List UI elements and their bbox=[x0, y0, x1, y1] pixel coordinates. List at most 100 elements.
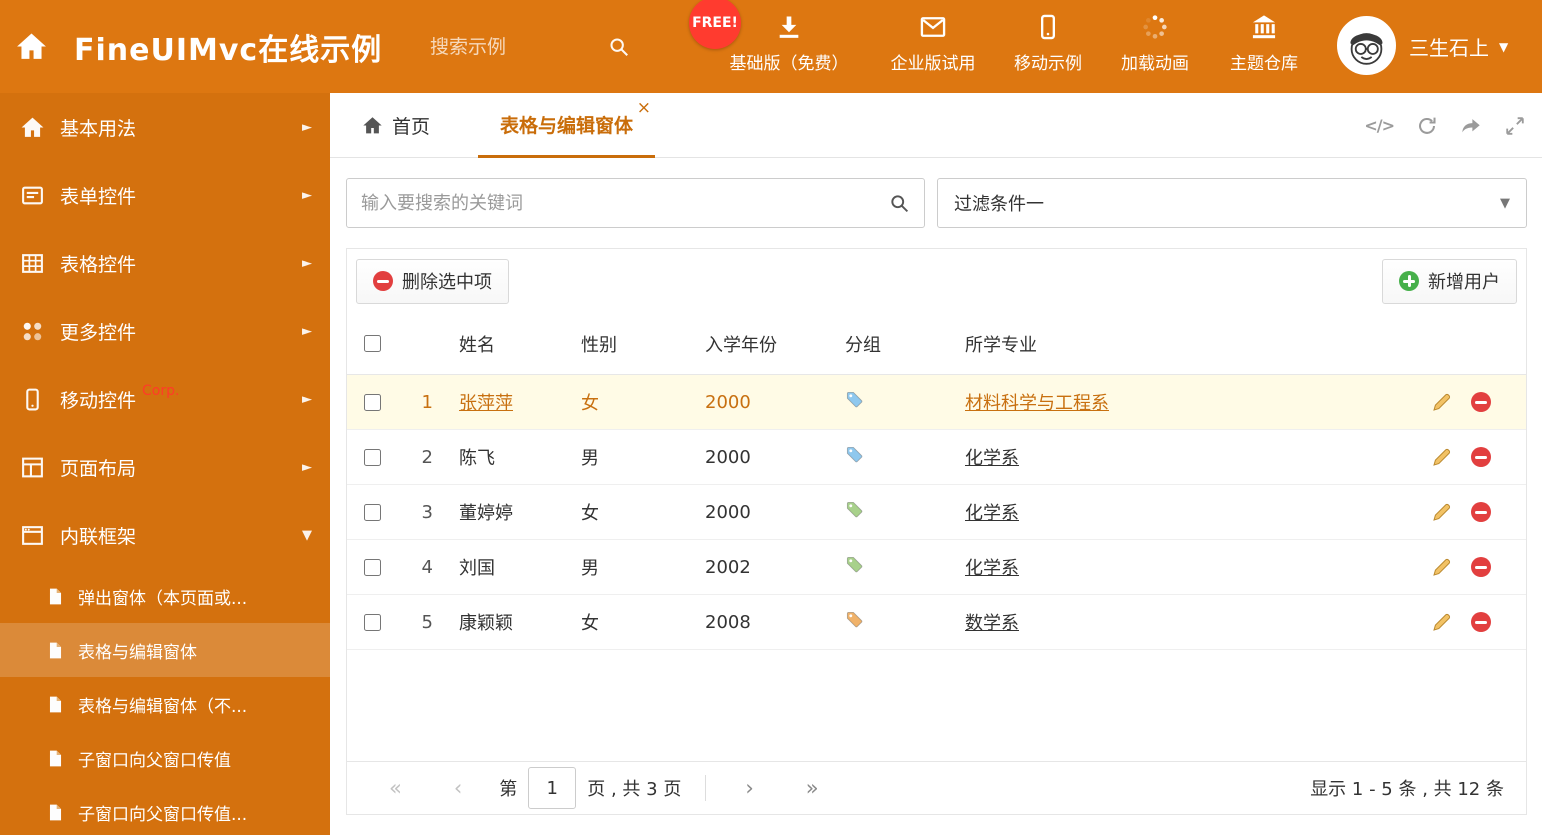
row-number: 2 bbox=[421, 446, 433, 468]
delete-selected-button[interactable]: 删除选中项 bbox=[356, 258, 509, 304]
student-name-link[interactable]: 康颖颖 bbox=[459, 613, 513, 634]
add-user-label: 新增用户 bbox=[1428, 272, 1500, 293]
corp-badge: Corp. bbox=[142, 383, 180, 399]
chevron-right-icon: ► bbox=[302, 459, 312, 475]
row-checkbox[interactable] bbox=[363, 613, 381, 631]
student-name-link[interactable]: 董婷婷 bbox=[459, 503, 513, 524]
delete-row-icon[interactable] bbox=[1470, 391, 1492, 413]
major-link[interactable]: 化学系 bbox=[965, 558, 1019, 579]
sidebar-item-mobile-controls[interactable]: 移动控件 Corp. ► bbox=[0, 365, 330, 433]
sidebar-item-label: 内联框架 bbox=[60, 525, 137, 548]
row-checkbox[interactable] bbox=[363, 393, 381, 411]
sidebar-item-iframe[interactable]: 内联框架 ▼ bbox=[0, 501, 330, 569]
sidebar-subitem-child-to-parent-2[interactable]: 子窗口向父窗口传值... bbox=[0, 785, 330, 835]
nav-item-enterprise-trial[interactable]: 企业版试用 bbox=[868, 13, 998, 74]
sidebar-item-page-layout[interactable]: 页面布局 ► bbox=[0, 433, 330, 501]
user-menu[interactable]: 三生石上 ▼ bbox=[1409, 0, 1508, 93]
edit-pencil-icon[interactable] bbox=[1431, 391, 1453, 413]
sidebar-item-basic-usage[interactable]: 基本用法 ► bbox=[0, 93, 330, 161]
delete-row-icon[interactable] bbox=[1470, 556, 1492, 578]
sidebar-item-label: 基本用法 bbox=[60, 117, 137, 140]
caret-down-icon: ▼ bbox=[1499, 39, 1509, 54]
pager-next-icon[interactable]: › bbox=[719, 776, 779, 800]
table-header-row: 姓名 性别 入学年份 分组 所学专业 bbox=[347, 313, 1526, 375]
sidebar-subitem-popup-window[interactable]: 弹出窗体（本页面或... bbox=[0, 569, 330, 623]
pagination-bar: « ‹ 第 页 , 共 3 页 › » 显示 1 - 5 条 , 共 12 条 bbox=[347, 761, 1526, 814]
home-logo-icon[interactable] bbox=[15, 30, 48, 63]
search-icon[interactable] bbox=[889, 193, 910, 214]
share-icon[interactable] bbox=[1460, 115, 1482, 137]
user-avatar[interactable] bbox=[1337, 16, 1396, 75]
table-row[interactable]: 2 陈飞 男 2000 化学系 bbox=[347, 430, 1526, 485]
gender-cell: 男 bbox=[581, 558, 599, 579]
nav-item-loading-animation[interactable]: 加载动画 bbox=[1105, 13, 1205, 74]
main-content: 首页 表格与编辑窗体 × </> 过滤条件一 ▼ 删除选中项 bbox=[330, 93, 1542, 835]
major-link[interactable]: 化学系 bbox=[965, 448, 1019, 469]
gender-cell: 女 bbox=[581, 613, 599, 634]
row-number: 5 bbox=[421, 611, 433, 633]
delete-row-icon[interactable] bbox=[1470, 501, 1492, 523]
sidebar-item-more-controls[interactable]: 更多控件 ► bbox=[0, 297, 330, 365]
table-row[interactable]: 4 刘国 男 2002 化学系 bbox=[347, 540, 1526, 595]
keyword-search-input[interactable] bbox=[361, 192, 889, 214]
sidebar-item-grid-controls[interactable]: 表格控件 ► bbox=[0, 229, 330, 297]
sidebar-subitem-label: 子窗口向父窗口传值 bbox=[78, 750, 231, 771]
iframe-icon bbox=[20, 523, 45, 548]
student-name-link[interactable]: 陈飞 bbox=[459, 448, 495, 469]
major-link[interactable]: 材料科学与工程系 bbox=[965, 393, 1109, 414]
row-checkbox[interactable] bbox=[363, 503, 381, 521]
delete-row-icon[interactable] bbox=[1470, 446, 1492, 468]
gender-cell: 女 bbox=[581, 503, 599, 524]
home-icon bbox=[20, 115, 45, 140]
year-cell: 2008 bbox=[705, 611, 751, 633]
sidebar-subitem-label: 子窗口向父窗口传值... bbox=[78, 804, 248, 825]
add-user-button[interactable]: 新增用户 bbox=[1382, 258, 1517, 304]
chevron-right-icon: ► bbox=[302, 391, 312, 407]
student-name-link[interactable]: 刘国 bbox=[459, 558, 495, 579]
edit-pencil-icon[interactable] bbox=[1431, 446, 1453, 468]
sidebar-item-form-controls[interactable]: 表单控件 ► bbox=[0, 161, 330, 229]
mobile-icon bbox=[1034, 13, 1062, 41]
home-icon bbox=[362, 115, 383, 136]
document-icon bbox=[46, 803, 65, 822]
download-icon bbox=[775, 13, 803, 41]
tab-home[interactable]: 首页 bbox=[358, 93, 434, 158]
close-icon[interactable]: × bbox=[637, 100, 651, 117]
row-checkbox[interactable] bbox=[363, 448, 381, 466]
minus-circle-icon bbox=[373, 271, 393, 291]
table-row[interactable]: 5 康颖颖 女 2008 数学系 bbox=[347, 595, 1526, 650]
column-header-major: 所学专业 bbox=[965, 334, 1037, 356]
expand-icon[interactable] bbox=[1504, 115, 1526, 137]
refresh-icon[interactable] bbox=[1416, 115, 1438, 137]
header-search-input[interactable] bbox=[430, 35, 580, 58]
delete-row-icon[interactable] bbox=[1470, 611, 1492, 633]
app-header: FineUIMvc在线示例 FREE! 基础版（免费） 企业版试用 移动示例 加… bbox=[0, 0, 1542, 93]
row-checkbox[interactable] bbox=[363, 558, 381, 576]
table-row[interactable]: 1 张萍萍 女 2000 材料科学与工程系 bbox=[347, 375, 1526, 430]
user-name: 三生石上 bbox=[1409, 36, 1489, 60]
student-name-link[interactable]: 张萍萍 bbox=[459, 393, 513, 414]
sidebar-subitem-label: 表格与编辑窗体 bbox=[78, 642, 197, 663]
pager-first-icon[interactable]: « bbox=[363, 776, 428, 800]
sidebar-item-label: 页面布局 bbox=[60, 457, 137, 480]
sidebar-subitem-child-to-parent[interactable]: 子窗口向父窗口传值 bbox=[0, 731, 330, 785]
edit-pencil-icon[interactable] bbox=[1431, 501, 1453, 523]
filter-dropdown[interactable]: 过滤条件一 ▼ bbox=[937, 178, 1527, 228]
major-link[interactable]: 化学系 bbox=[965, 503, 1019, 524]
tab-grid-edit-window[interactable]: 表格与编辑窗体 × bbox=[478, 93, 656, 158]
nav-item-mobile-demo[interactable]: 移动示例 bbox=[998, 13, 1098, 74]
edit-pencil-icon[interactable] bbox=[1431, 611, 1453, 633]
edit-pencil-icon[interactable] bbox=[1431, 556, 1453, 578]
table-row[interactable]: 3 董婷婷 女 2000 化学系 bbox=[347, 485, 1526, 540]
search-icon[interactable] bbox=[608, 36, 630, 58]
sidebar-subitem-grid-edit-window-2[interactable]: 表格与编辑窗体（不... bbox=[0, 677, 330, 731]
pager-prev-icon[interactable]: ‹ bbox=[428, 776, 488, 800]
major-link[interactable]: 数学系 bbox=[965, 613, 1019, 634]
source-code-icon[interactable]: </> bbox=[1364, 116, 1395, 135]
sidebar-item-label: 更多控件 bbox=[60, 321, 137, 344]
pager-last-icon[interactable]: » bbox=[780, 776, 845, 800]
select-all-checkbox[interactable] bbox=[363, 335, 381, 352]
nav-item-theme-repo[interactable]: 主题仓库 bbox=[1214, 13, 1314, 74]
page-number-input[interactable] bbox=[528, 767, 577, 809]
sidebar-subitem-grid-edit-window[interactable]: 表格与编辑窗体 bbox=[0, 623, 330, 677]
